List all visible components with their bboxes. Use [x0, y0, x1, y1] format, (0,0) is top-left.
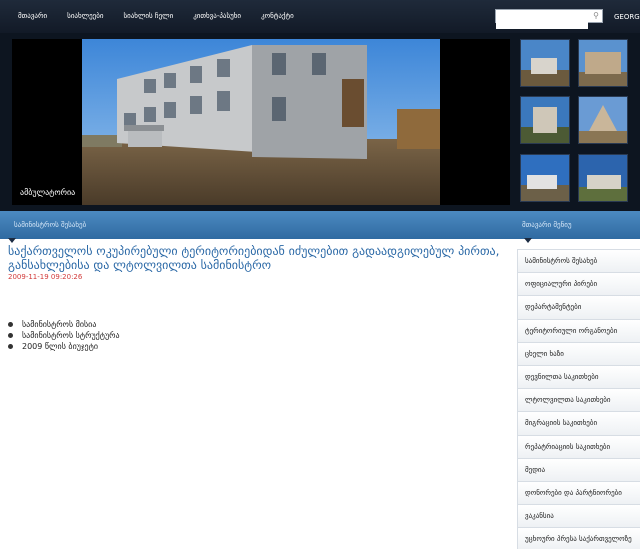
list-item-label: სამინისტროს მისია	[22, 320, 97, 329]
sidebar-item-territorial-bodies[interactable]: ტერიტორიული ორგანოები	[517, 318, 640, 342]
language-switch[interactable]: GEORGIAN	[614, 13, 640, 21]
sidebar-item-officials[interactable]: ოფიციალური პირები	[517, 272, 640, 296]
section-header-bar: სამინისტროს შესახებ მთავარი მენიუ	[0, 211, 640, 239]
sidebar-item-hotline[interactable]: ცხელი ხაზი	[517, 341, 640, 365]
thumb-photo-4	[579, 97, 627, 143]
bullet-dot-icon	[8, 333, 13, 338]
thumbnail-3[interactable]	[520, 96, 570, 144]
list-item-label: 2009 წლის ბიუჯეტი	[22, 342, 98, 351]
list-item-label: სამინისტროს სტრუქტურა	[22, 331, 120, 340]
content-link-list: სამინისტროს მისია სამინისტროს სტრუქტურა …	[8, 319, 504, 352]
list-item-budget[interactable]: 2009 წლის ბიუჯეტი	[8, 341, 504, 352]
main-nav: მთავარი სიახლეები სიახლის ჩელი კითხვა-პა…	[18, 12, 294, 20]
thumb-photo-6	[579, 155, 627, 201]
nav-item-faq[interactable]: კითხვა-პასუხი	[193, 12, 241, 20]
thumb-photo-2	[579, 40, 627, 86]
sidebar-item-foreign-press[interactable]: უცხოური პრესა საქართველოზე	[517, 527, 640, 549]
thumbnail-1[interactable]	[520, 39, 570, 87]
sidebar-item-migration[interactable]: მიგრაციის საკითხები	[517, 411, 640, 435]
sidebar-item-idp-issues[interactable]: დევნილთა საკითხები	[517, 364, 640, 389]
slide-caption: ამბულატორია	[20, 188, 76, 197]
about-ministry-header: სამინისტროს შესახებ	[14, 221, 87, 229]
sidebar-item-media[interactable]: მედია	[517, 457, 640, 481]
top-nav-bar: მთავარი სიახლეები სიახლის ჩელი კითხვა-პა…	[0, 0, 640, 33]
magnifier-icon[interactable]: ⚲	[593, 11, 599, 20]
nav-item-home[interactable]: მთავარი	[18, 12, 47, 20]
list-item-structure[interactable]: სამინისტროს სტრუქტურა	[8, 330, 504, 341]
search-input[interactable]	[496, 17, 588, 29]
bullet-dot-icon	[8, 344, 13, 349]
sidebar-item-repatriation[interactable]: რეპატრიაციის საკითხები	[517, 434, 640, 458]
thumb-photo-1	[521, 40, 569, 86]
sidebar-item-departments[interactable]: დეპარტამენტები	[517, 295, 640, 319]
thumb-photo-5	[521, 155, 569, 201]
nav-item-contact[interactable]: კონტაქტი	[261, 12, 294, 20]
nav-item-news[interactable]: სიახლეები	[67, 12, 103, 20]
pointer-arrow-icon	[8, 238, 16, 243]
building-photo	[82, 39, 440, 205]
thumb-photo-3	[521, 97, 569, 143]
main-menu-header: მთავარი მენიუ	[522, 221, 572, 229]
main-slide-image[interactable]: ამბულატორია	[12, 39, 510, 205]
thumbnail-6[interactable]	[578, 154, 628, 202]
main-content: საქართველოს ოკუპირებული ტერიტორიებიდან ი…	[8, 244, 504, 352]
page-title: საქართველოს ოკუპირებული ტერიტორიებიდან ი…	[8, 244, 500, 272]
publish-date: 2009-11-19 09:20:26	[8, 273, 83, 281]
bullet-dot-icon	[8, 322, 13, 327]
pointer-arrow-icon	[524, 238, 532, 243]
thumbnail-2[interactable]	[578, 39, 628, 87]
sidebar-item-about[interactable]: სამინისტროს შესახებ	[517, 249, 640, 273]
hero-gallery: ამბულატორია	[0, 33, 640, 211]
sidebar-menu: სამინისტროს შესახებ ოფიციალური პირები დე…	[517, 249, 640, 549]
search-box: ⚲	[495, 9, 603, 29]
nav-item-3[interactable]: სიახლის ჩელი	[123, 12, 173, 20]
sidebar-item-vacancies[interactable]: ვაკანსია	[517, 504, 640, 528]
thumbnail-5[interactable]	[520, 154, 570, 202]
thumbnail-4[interactable]	[578, 96, 628, 144]
sidebar-item-donors[interactable]: დონორები და პარტნიორები	[517, 480, 640, 505]
list-item-mission[interactable]: სამინისტროს მისია	[8, 319, 504, 330]
sidebar-item-refugee-issues[interactable]: ლტოლვილთა საკითხები	[517, 388, 640, 412]
